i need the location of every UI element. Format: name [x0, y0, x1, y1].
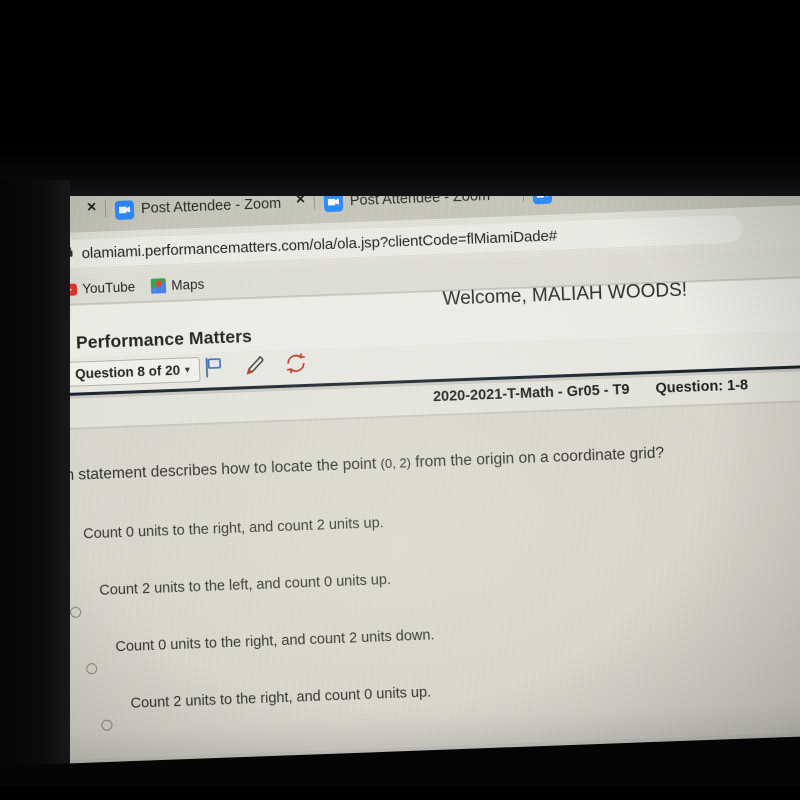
flag-icon[interactable]	[203, 355, 225, 379]
youtube-icon	[60, 282, 78, 296]
bookmark-label: Gmail	[8, 282, 45, 300]
lock-icon	[62, 245, 74, 263]
window-icon[interactable]	[757, 793, 778, 800]
answer-radio-button[interactable]	[69, 606, 82, 618]
chevron-down-icon: ▾	[184, 364, 190, 375]
brand-name: Performance Matters	[75, 325, 253, 353]
bookmark-item-youtube[interactable]: YouTube	[60, 279, 136, 297]
toolbar-icon-group	[203, 351, 309, 379]
close-icon[interactable]: ×	[295, 191, 305, 208]
bookmark-label: Maps	[170, 276, 205, 293]
highlighter-pencil-icon[interactable]	[242, 352, 267, 377]
office-app-icon[interactable]	[669, 796, 690, 800]
google-maps-icon	[151, 278, 167, 294]
test-name: 2020-2021-T-Math - Gr05 - T9	[432, 381, 630, 406]
answer-radio-button[interactable]	[101, 719, 113, 731]
browser-tab-label: Post Attendee - Zoom	[140, 195, 282, 218]
browser-tab-partial[interactable]	[532, 177, 553, 212]
bookmark-item-maps[interactable]: Maps	[151, 277, 205, 294]
close-icon[interactable]: ×	[87, 199, 97, 216]
answer-options-list: Count 0 units to the right, and count 2 …	[33, 500, 761, 755]
tab-divider	[104, 199, 107, 218]
browser-tab-label: Post Attendee - Zoom	[349, 187, 491, 210]
question-number: Question: 1-8	[655, 377, 749, 397]
close-icon[interactable]: ×	[504, 183, 514, 200]
answer-radio-button[interactable]	[86, 663, 98, 675]
question-prompt-before: Which statement describes how to locate …	[30, 455, 381, 486]
question-point-value: (0, 2)	[380, 455, 412, 472]
bookmark-item-gmail[interactable]: Gmail	[0, 283, 45, 300]
arrow-left-circle-icon[interactable]: ←	[169, 763, 199, 793]
question-selector-label: Question 8 of 20	[74, 362, 181, 382]
question-selector-dropdown[interactable]: Question 8 of 20 ▾	[64, 356, 201, 387]
gmail-icon	[0, 286, 4, 299]
bookmark-label: YouTube	[81, 279, 136, 297]
screen-rotation-wrapper: ouTube × Post Attendee - Zoom × Post Att…	[0, 159, 800, 800]
url-text: olamiami.performancematters.com/ola/ola.…	[81, 226, 558, 262]
browser-tab-youtube[interactable]: ouTube	[0, 197, 14, 233]
reload-icon[interactable]	[8, 244, 31, 267]
performance-matters-p-logo-icon	[39, 328, 67, 359]
answer-radio-button[interactable]	[53, 550, 66, 562]
browser-tab-zoom-2[interactable]: Post Attendee - Zoom	[323, 179, 490, 219]
reset-refresh-icon[interactable]	[284, 351, 309, 376]
zoom-icon	[532, 184, 553, 204]
zoom-icon	[114, 199, 135, 220]
tab-divider	[313, 191, 316, 210]
question-prompt: Which statement describes how to locate …	[31, 439, 791, 488]
mail-envelope-icon[interactable]	[713, 794, 734, 800]
question-body: Which statement describes how to locate …	[0, 399, 800, 764]
browser-tab-zoom-1[interactable]: Post Attendee - Zoom	[114, 187, 282, 227]
zoom-icon	[323, 191, 344, 212]
answer-option-label: Count 0 units to the right, and count 2 …	[82, 515, 384, 543]
laptop-screen: ouTube × Post Attendee - Zoom × Post Att…	[0, 159, 800, 800]
browser-tab-label: ouTube	[0, 205, 15, 224]
laptop-screen-photo: ouTube × Post Attendee - Zoom × Post Att…	[0, 0, 800, 800]
tab-divider	[522, 183, 525, 202]
question-prompt-after: from the origin on a coordinate grid?	[410, 444, 665, 472]
